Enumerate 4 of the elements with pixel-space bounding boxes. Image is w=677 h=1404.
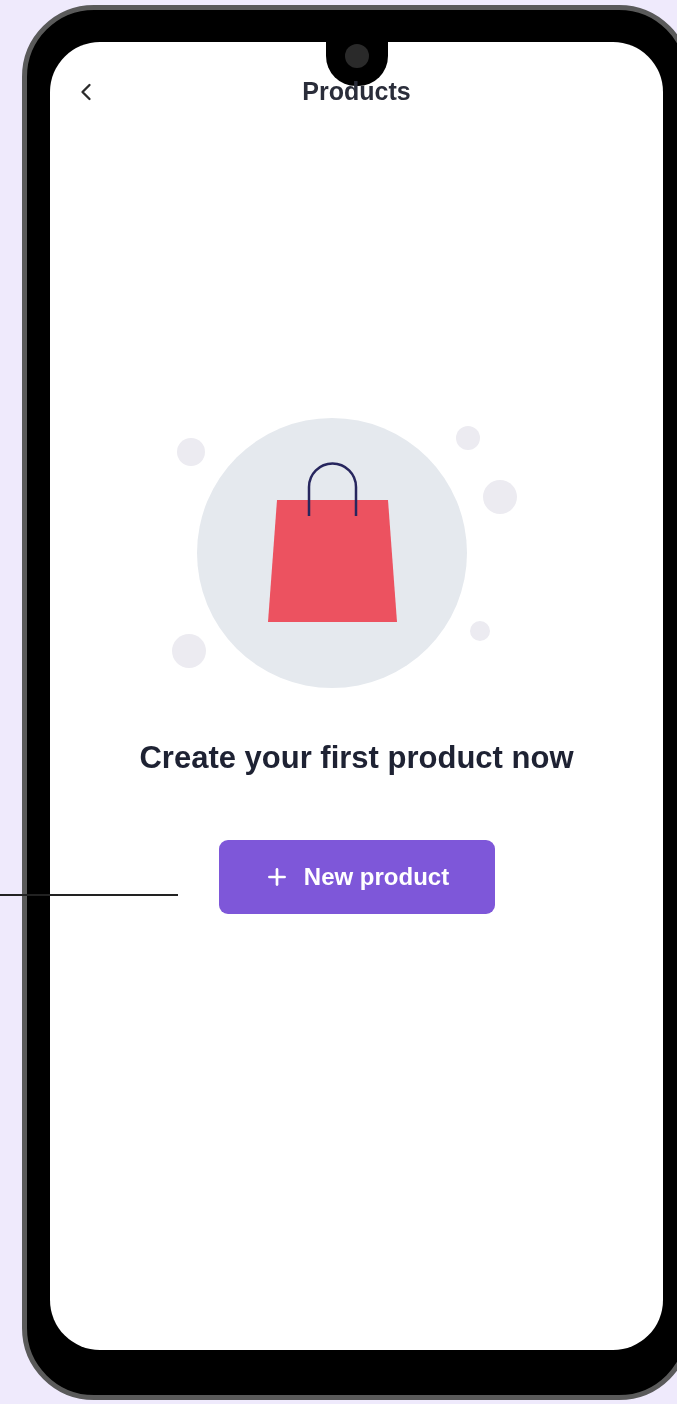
new-product-button[interactable]: New product bbox=[218, 839, 495, 914]
empty-state-message: Create your first product now bbox=[139, 739, 574, 777]
page-title: Products bbox=[302, 76, 411, 108]
camera-icon bbox=[344, 44, 369, 68]
